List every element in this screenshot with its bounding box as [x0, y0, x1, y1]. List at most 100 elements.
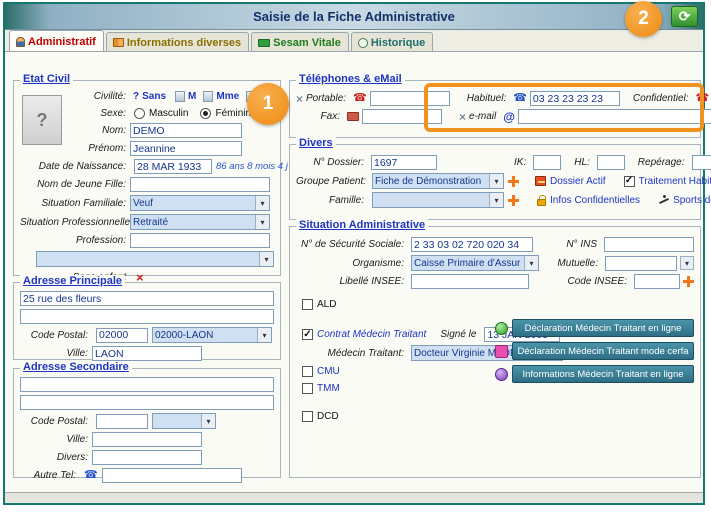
dossier-input[interactable]: [371, 155, 437, 170]
fax-icon: [347, 112, 359, 121]
ik-label: IK:: [514, 157, 530, 168]
sports-competition-label[interactable]: Sports de Compétition: [673, 195, 711, 206]
reperage-input[interactable]: [692, 155, 711, 170]
dcd-checkbox[interactable]: [302, 411, 313, 422]
groupe-patient-select[interactable]: Fiche de Démonstration ▾: [372, 173, 504, 189]
tmm-checkbox[interactable]: [302, 383, 313, 394]
cmu-checkbox[interactable]: [302, 366, 313, 377]
chevron-down-icon[interactable]: ▾: [489, 193, 503, 207]
naissance-input[interactable]: [134, 159, 212, 174]
organisme-select[interactable]: Caisse Primaire d'Assur ▾: [411, 255, 539, 271]
mutuelle-dropdown-icon[interactable]: ▾: [680, 256, 694, 270]
fax-input[interactable]: [362, 109, 442, 124]
civilite-m-icon[interactable]: [175, 91, 185, 102]
ville-input[interactable]: [92, 346, 202, 361]
group-title: Téléphones & eMail: [296, 73, 405, 85]
nom-input[interactable]: [130, 123, 242, 138]
prenom-input[interactable]: [130, 141, 242, 156]
habituel-input[interactable]: [530, 91, 620, 106]
radio-masculin[interactable]: [134, 108, 145, 119]
informations-mt-button[interactable]: Informations Médecin Traitant en ligne: [512, 365, 694, 383]
chevron-down-icon[interactable]: ▾: [259, 252, 273, 266]
libelle-insee-input[interactable]: [411, 274, 529, 289]
famille-select[interactable]: ▾: [372, 192, 504, 208]
situation-professionnelle-select[interactable]: Retraité ▾: [130, 214, 270, 230]
patient-photo-placeholder[interactable]: ?: [22, 95, 62, 145]
ald-checkbox[interactable]: [302, 299, 313, 310]
chevron-down-icon[interactable]: ▾: [524, 256, 538, 270]
tab-informations-diverses[interactable]: Informations diverses: [106, 32, 249, 51]
add-famille-icon[interactable]: [508, 195, 519, 206]
hl-input[interactable]: [597, 155, 625, 170]
civilite-m[interactable]: M: [188, 91, 196, 102]
divers-input[interactable]: [92, 450, 202, 465]
ik-input[interactable]: [533, 155, 561, 170]
masculin-label: Masculin: [149, 108, 188, 119]
civilite-mme-icon[interactable]: [203, 91, 213, 102]
secu-input[interactable]: [411, 237, 533, 252]
code-postal-select-value: 02000-LAON: [153, 330, 257, 341]
divers-row1: N° Dossier: IK: HL: Repérage:: [290, 155, 700, 170]
organisme-label: Organisme:: [296, 258, 408, 269]
civilite-mme[interactable]: Mme: [216, 91, 239, 102]
add-groupe-icon[interactable]: [508, 176, 519, 187]
question-icon: ?: [37, 110, 48, 131]
group-telephones: Téléphones & eMail × Portable: ☎ Habitue…: [289, 80, 701, 138]
mutuelle-label: Mutuelle:: [557, 258, 602, 269]
radio-feminin[interactable]: [200, 108, 211, 119]
chevron-down-icon[interactable]: ▾: [489, 174, 503, 188]
profession-liste-select[interactable]: ▾: [36, 251, 274, 267]
infos-confidentielles-label[interactable]: Infos Confidentielles: [550, 195, 640, 206]
adresse1-ligne2-input[interactable]: [20, 309, 274, 324]
mutuelle-input[interactable]: [605, 256, 677, 271]
adresse2-ville-row: Ville:: [14, 432, 280, 447]
refresh-button[interactable]: ⟳: [671, 6, 698, 27]
groupe-patient-label: Groupe Patient:: [296, 176, 368, 187]
jeune-fille-label: Nom de Jeune Fille:: [20, 179, 130, 190]
tab-administratif[interactable]: Administratif: [9, 30, 104, 51]
adresse2-ligne2-input[interactable]: [20, 395, 274, 410]
adresse1-ligne1-input[interactable]: [20, 291, 274, 306]
vitale-card-icon: [258, 39, 270, 47]
profession-input[interactable]: [130, 233, 270, 248]
declaration-mt-en-ligne-button[interactable]: Déclaration Médecin Traitant en ligne: [512, 319, 694, 337]
group-adresse-secondaire: Adresse Secondaire Code Postal: ▾ Ville:…: [13, 368, 281, 478]
group-adresse-principale: Adresse Principale Code Postal: 02000-LA…: [13, 282, 281, 360]
chevron-down-icon[interactable]: ▾: [255, 196, 269, 210]
clear-email-icon[interactable]: ×: [459, 111, 466, 123]
traitement-habituel-checkbox[interactable]: ✓: [624, 176, 635, 187]
add-insee-icon[interactable]: [683, 276, 694, 287]
confidentiel-phone-icon: ☎: [696, 93, 710, 104]
civilite-question-icon[interactable]: ?: [133, 91, 139, 102]
civilite-sans[interactable]: Sans: [142, 91, 166, 102]
ville-input[interactable]: [92, 432, 202, 447]
code-insee-label: Code INSEE:: [568, 276, 631, 287]
declaration-mt-cerfa-button[interactable]: Déclaration Médecin Traitant mode cerfa: [512, 342, 694, 360]
tab-sesam-vitale[interactable]: Sesam Vitale: [251, 32, 349, 51]
ins-input[interactable]: [604, 237, 694, 252]
group-title: Divers: [296, 137, 336, 149]
situation-familiale-row: Situation Familiale: Veuf ▾: [14, 195, 280, 211]
tab-historique[interactable]: Historique: [351, 32, 433, 51]
code-postal-select[interactable]: 02000-LAON ▾: [152, 327, 272, 343]
situation-familiale-select[interactable]: Veuf ▾: [130, 195, 270, 211]
jeune-fille-input[interactable]: [130, 177, 270, 192]
ville-label: Ville:: [20, 348, 92, 359]
code-postal-input[interactable]: [96, 328, 148, 343]
situation-professionnelle-row: Situation Professionnelle: Retraité ▾: [14, 214, 280, 230]
profession-liste-row: ▾: [14, 251, 280, 267]
code-insee-input[interactable]: [634, 274, 680, 289]
contrat-checkbox[interactable]: ✓: [302, 329, 313, 340]
chevron-down-icon[interactable]: ▾: [201, 414, 215, 428]
code-postal-input[interactable]: [96, 414, 148, 429]
code-postal-select[interactable]: ▾: [152, 413, 216, 429]
chevron-down-icon[interactable]: ▾: [257, 328, 271, 342]
clear-portable-icon[interactable]: ×: [296, 93, 303, 105]
dossier-actif-label[interactable]: Dossier Actif: [550, 176, 606, 187]
adresse2-ligne1-input[interactable]: [20, 377, 274, 392]
portable-input[interactable]: [370, 91, 450, 106]
chevron-down-icon[interactable]: ▾: [255, 215, 269, 229]
age-text: 86 ans 8 mois 4 j: [216, 161, 288, 172]
email-input[interactable]: [518, 109, 711, 124]
autre-tel-input[interactable]: [102, 468, 242, 483]
